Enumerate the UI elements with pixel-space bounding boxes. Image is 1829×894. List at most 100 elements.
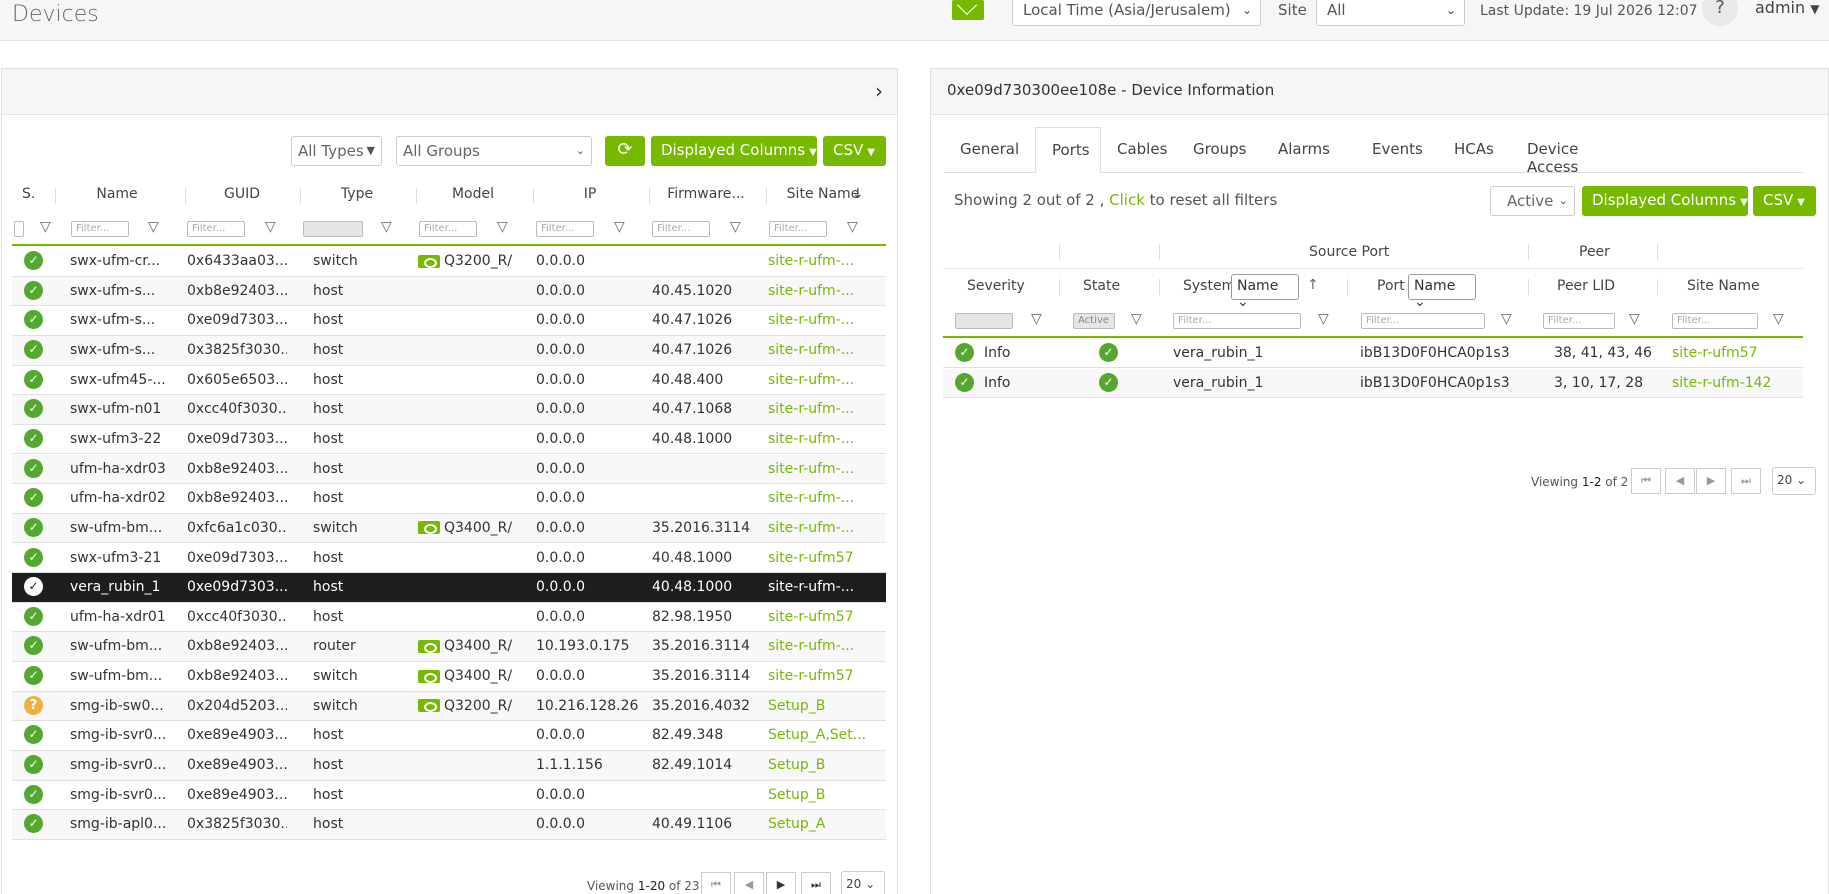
filter-icon[interactable]: ▽ — [1501, 311, 1512, 327]
ports-displayed-columns-button[interactable]: Displayed Columns ▼ — [1582, 186, 1748, 216]
port-column-header[interactable]: Port — [1377, 278, 1405, 294]
filter-icon[interactable]: ▽ — [40, 219, 51, 235]
table-row[interactable]: ✓ sw-ufm-bm... 0xfc6a1c030... switch Q3400_R… — [12, 513, 886, 544]
severity-filter[interactable] — [955, 313, 1013, 329]
device-site[interactable]: Setup_B — [768, 787, 868, 803]
ports-prev-page-button[interactable]: ◀ — [1665, 468, 1695, 494]
ports-next-page-button[interactable]: ▶ — [1696, 468, 1726, 494]
port-site[interactable]: site-r-ufm-142 — [1672, 375, 1771, 391]
device-site[interactable]: Setup_B — [768, 698, 868, 714]
filter-icon[interactable]: ▽ — [265, 219, 276, 235]
tab-hcas[interactable]: HCAs — [1438, 127, 1511, 173]
port-site[interactable]: site-r-ufm57 — [1672, 345, 1758, 361]
system-filter[interactable]: Filter... — [1173, 313, 1301, 329]
table-row[interactable]: ✓ swx-ufm-s... 0xe09d7303... host 0.0.0.0 40.… — [12, 306, 886, 336]
last-page-button[interactable]: ⏭ — [801, 872, 831, 894]
filter-icon[interactable]: ▽ — [1131, 311, 1142, 327]
filter-icon[interactable]: ▽ — [1629, 311, 1640, 327]
status-filter[interactable] — [14, 221, 24, 237]
filter-icon[interactable]: ▽ — [381, 219, 392, 235]
system-display-select[interactable]: Name ⌄ — [1231, 274, 1299, 310]
filter-icon[interactable]: ▽ — [1318, 311, 1329, 327]
table-row[interactable]: ✓ swx-ufm3-22 0xe09d7303... host 0.0.0.0 40.4… — [12, 425, 886, 455]
table-row[interactable]: ✓ swx-ufm45-... 0x605e6503... host 0.0.0.0 40… — [12, 366, 886, 396]
ports-last-page-button[interactable]: ⏭ — [1731, 468, 1761, 494]
ports-page-size-select[interactable]: 20 ⌄ — [1772, 467, 1816, 495]
tab-groups[interactable]: Groups — [1177, 127, 1262, 173]
mail-icon[interactable] — [952, 0, 984, 20]
device-site[interactable]: site-r-ufm-... — [768, 520, 868, 536]
device-site[interactable]: site-r-ufm-... — [768, 638, 868, 654]
sort-descending-icon[interactable]: ↓ — [852, 186, 864, 202]
chevron-right-icon[interactable]: › — [875, 79, 883, 103]
severity-column-header[interactable]: Severity — [967, 278, 1025, 294]
firmware-column-header[interactable]: Firmware... — [651, 186, 761, 202]
device-site[interactable]: site-r-ufm-... — [768, 312, 868, 328]
next-page-button[interactable]: ▶ — [766, 872, 796, 894]
prev-page-button[interactable]: ◀ — [734, 872, 764, 894]
ports-first-page-button[interactable]: ⏮ — [1631, 468, 1661, 494]
site-name-column-header[interactable]: Site Name — [1687, 278, 1760, 294]
model-column-header[interactable]: Model — [418, 186, 528, 202]
status-column-header[interactable]: S. — [22, 186, 35, 202]
state-filter[interactable]: Active — [1073, 313, 1115, 329]
device-site[interactable]: site-r-ufm57 — [768, 609, 868, 625]
filter-icon[interactable]: ▽ — [847, 219, 858, 235]
displayed-columns-button[interactable]: Displayed Columns ▼ — [651, 136, 817, 166]
port-row[interactable]: ✓ ✓ Info vera_rubin_1 ibB13D0F0HCA0p1s3 38, 4… — [943, 339, 1803, 368]
refresh-button[interactable]: ⟳ — [605, 136, 645, 166]
filter-icon[interactable]: ▽ — [148, 219, 159, 235]
device-site[interactable]: Setup_A,Set... — [768, 727, 868, 743]
device-site[interactable]: site-r-ufm-... — [768, 401, 868, 417]
port-row[interactable]: ✓ ✓ Info vera_rubin_1 ibB13D0F0HCA0p1s3 3, 10… — [943, 369, 1803, 398]
ports-csv-button[interactable]: CSV ▼ — [1753, 186, 1816, 216]
page-size-select[interactable]: 20 ⌄ — [841, 871, 885, 894]
table-row[interactable]: ✓ swx-ufm-cr... 0x6433aa03... switch Q3200_R… — [12, 247, 886, 277]
site-name-filter[interactable]: Filter... — [769, 221, 827, 237]
name-column-header[interactable]: Name — [57, 186, 177, 202]
table-row[interactable]: ✓ vera_rubin_1 0xe09d7303... host 0.0.0.0 40.… — [12, 573, 886, 603]
ip-filter[interactable]: Filter... — [536, 221, 594, 237]
site-name-filter[interactable]: Filter... — [1672, 313, 1758, 329]
sort-ascending-icon[interactable]: ↑ — [1307, 277, 1319, 293]
filter-icon[interactable]: ▽ — [614, 219, 625, 235]
state-column-header[interactable]: State — [1083, 278, 1120, 294]
ip-column-header[interactable]: IP — [535, 186, 645, 202]
user-menu[interactable]: admin ▼ — [1755, 0, 1819, 17]
help-icon[interactable]: ? — [1702, 0, 1738, 26]
table-row[interactable]: ✓ smg-ib-apl0... 0x3825f3030... host 0.0.0.0… — [12, 810, 886, 840]
system-column-header[interactable]: System — [1183, 278, 1235, 294]
type-filter[interactable] — [303, 221, 363, 237]
device-site[interactable]: site-r-ufm-... — [768, 253, 868, 269]
peer-lid-filter[interactable]: Filter... — [1543, 313, 1615, 329]
device-site[interactable]: site-r-ufm-... — [768, 579, 868, 595]
table-row[interactable]: ✓ sw-ufm-bm... 0xb8e92403... router Q3400_R/… — [12, 632, 886, 663]
guid-filter[interactable]: Filter... — [187, 221, 245, 237]
tab-events[interactable]: Events — [1356, 127, 1438, 173]
table-row[interactable]: ✓ smg-ib-svr0... 0xe89e4903... host 0.0.0.0 8… — [12, 721, 886, 751]
csv-button[interactable]: CSV ▼ — [823, 136, 886, 166]
table-row[interactable]: ✓ smg-ib-svr0... 0xe89e4903... host 0.0.0.0 S… — [12, 781, 886, 811]
port-state-select[interactable]: Active ⌄ — [1490, 186, 1575, 216]
table-row[interactable]: ✓ smg-ib-svr0... 0xe89e4903... host 1.1.1.15… — [12, 751, 886, 781]
peer-lid-column-header[interactable]: Peer LID — [1557, 278, 1615, 294]
device-site[interactable]: Setup_A — [768, 816, 868, 832]
table-row[interactable]: ✓ swx-ufm-s... 0x3825f3030... host 0.0.0.0 40… — [12, 335, 886, 366]
filter-icon[interactable]: ▽ — [730, 219, 741, 235]
model-filter[interactable]: Filter... — [419, 221, 477, 237]
device-site[interactable]: Setup_B — [768, 757, 868, 773]
table-row[interactable]: ✓ swx-ufm-s... 0xb8e92403... host 0.0.0.0 40.… — [12, 276, 886, 307]
device-site[interactable]: site-r-ufm57 — [768, 550, 868, 566]
table-row[interactable]: ✓ ufm-ha-xdr02 0xb8e92403... host 0.0.0.0 sit… — [12, 484, 886, 514]
table-row[interactable]: ✓ sw-ufm-bm... 0xb8e92403... switch Q3400_R/… — [12, 662, 886, 692]
group-filter-select[interactable]: All Groups ⌄ — [396, 136, 592, 166]
device-site[interactable]: site-r-ufm-... — [768, 283, 868, 299]
tab-device-access[interactable]: Device Access — [1511, 127, 1625, 176]
filter-icon[interactable]: ▽ — [1031, 311, 1042, 327]
table-row[interactable]: ? smg-ib-sw0... 0x204d5203... switch Q3200_R… — [12, 691, 886, 722]
device-site[interactable]: site-r-ufm-... — [768, 342, 868, 358]
type-filter-select[interactable]: All Types ▼ — [291, 136, 382, 166]
device-site[interactable]: site-r-ufm-... — [768, 431, 868, 447]
device-site[interactable]: site-r-ufm-... — [768, 490, 868, 506]
table-row[interactable]: ✓ ufm-ha-xdr03 0xb8e92403... host 0.0.0.0 sit… — [12, 454, 886, 485]
